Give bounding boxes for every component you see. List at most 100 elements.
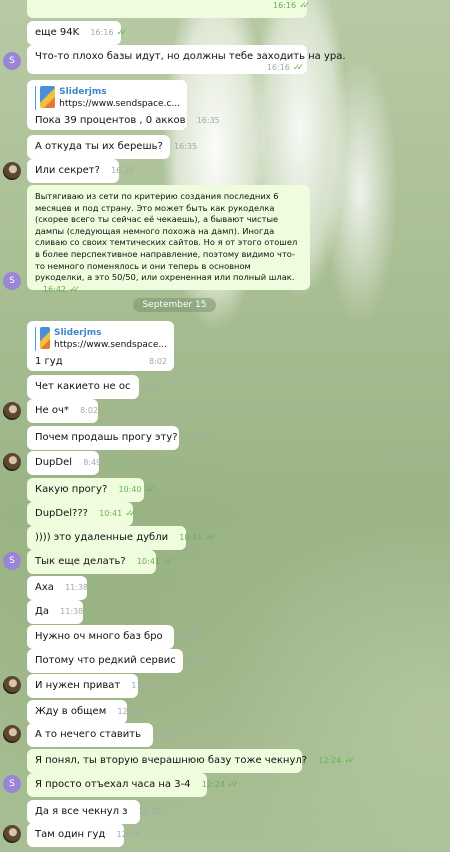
message-text: Что-то плохо базы идут, но должны тебе з… xyxy=(35,51,346,62)
message-bubble: Sliderjms https://www.sendspace.c... Пок… xyxy=(27,80,220,130)
message-text: Я просто отъехал часа на 3-4 xyxy=(35,779,191,790)
link-preview[interactable]: Sliderjms https://www.sendspace... xyxy=(35,327,167,351)
message-bubble: Sliderjms https://www.sendspace... 1 гуд… xyxy=(27,321,174,371)
avatar[interactable]: S xyxy=(3,775,21,793)
message-text: Там один гуд xyxy=(35,829,106,840)
message-bubble: Я просто отъехал часа на 3-4 12:24 ✓✓ xyxy=(27,773,239,797)
message-time: 16:35 xyxy=(196,116,220,125)
message-time: 8:49 xyxy=(188,433,207,442)
message-bubble: DupDel 8:49 xyxy=(27,451,102,475)
avatar[interactable] xyxy=(3,725,21,743)
avatar[interactable] xyxy=(3,453,21,471)
avatar[interactable] xyxy=(3,402,21,420)
message-time: 12:20 xyxy=(152,730,176,739)
message-text: Жду в общем xyxy=(35,706,107,717)
message-bubble: 16:16 ✓✓ xyxy=(27,0,310,18)
message-time: 12:24 xyxy=(201,780,225,789)
avatar[interactable]: S xyxy=(3,272,21,290)
read-check-icon: ✓✓ xyxy=(144,485,156,495)
message-bubble: Чет какието не ос 8:02 xyxy=(27,375,160,399)
link-title: Sliderjms xyxy=(53,328,102,338)
message-bubble: Да я все чекнул з 12:24 xyxy=(27,800,162,824)
message-text: Я понял, ты вторую вчерашнюю базу тоже ч… xyxy=(35,755,308,766)
message-text: DupDel xyxy=(35,457,73,468)
message-text: Тык еще делать? xyxy=(35,556,126,567)
message-text: Чет какието не ос xyxy=(35,381,131,392)
message-time: 10:40 xyxy=(118,485,142,494)
link-preview[interactable]: Sliderjms https://www.sendspace.c... xyxy=(35,86,180,110)
message-time: 12:24 xyxy=(318,756,342,765)
message-time: 8:02 xyxy=(141,382,160,391)
message-bubble: А откуда ты их берешь? 16:35 xyxy=(27,135,197,159)
message-bubble: А то нечего ставить 12:20 xyxy=(27,723,175,747)
message-text: Или секрет? xyxy=(35,165,100,176)
read-check-icon: ✓✓ xyxy=(227,780,239,790)
message-time: 10:41 xyxy=(179,533,203,542)
message-time: 16:16 xyxy=(266,63,290,72)
read-check-icon: ✓✓ xyxy=(344,756,355,766)
message-time: 8:02 xyxy=(80,406,99,415)
message-text: Да я все чекнул з xyxy=(35,806,128,817)
message-time: 8:49 xyxy=(83,458,102,467)
message-bubble: еще 94K 16:16 ✓✓ xyxy=(27,21,128,45)
message-bubble: Какую прогу? 10:40 ✓✓ xyxy=(27,478,156,502)
message-time: 11:38 xyxy=(186,656,211,665)
message-time: 12:24 xyxy=(138,807,162,816)
message-text: Аха xyxy=(35,582,54,593)
read-check-icon: ✓✓ xyxy=(116,28,127,38)
read-check-icon: ✓✓ xyxy=(205,533,216,543)
message-time: 16:42 xyxy=(43,284,67,294)
message-bubble: Тык еще делать? 10:41 ✓✓ xyxy=(27,550,174,574)
file-thumbnail-icon xyxy=(39,327,50,349)
message-bubble: Вытягиваю из сети по критерию создания п… xyxy=(27,185,310,295)
read-check-icon: ✓✓ xyxy=(69,284,80,295)
message-text: Какую прогу? xyxy=(35,484,108,495)
link-url[interactable]: https://www.sendspace.c... xyxy=(59,98,180,110)
message-bubble: Там один гуд 12:24 xyxy=(27,823,140,847)
avatar[interactable]: S xyxy=(3,52,21,70)
message-bubble: И нужен приват 11:38 xyxy=(27,674,154,698)
avatar[interactable] xyxy=(3,676,21,694)
message-text: Да xyxy=(35,606,49,617)
message-time: 11:38 xyxy=(65,583,89,592)
message-time: 16:16 xyxy=(273,1,297,10)
message-bubble: DupDel??? 10:41 ✓✓ xyxy=(27,502,136,526)
message-bubble: )))) это удаленные дубли 10:41 ✓✓ xyxy=(27,526,216,550)
message-bubble: Почем продашь прогу эту? 8:49 xyxy=(27,426,207,450)
avatar[interactable] xyxy=(3,825,21,843)
message-text: еще 94K xyxy=(35,27,80,38)
message-text: Нужно оч много баз бро xyxy=(35,631,163,642)
message-text: 1 гуд xyxy=(35,356,63,367)
read-check-icon: ✓✓ xyxy=(292,63,304,73)
message-time: 10:41 xyxy=(136,557,160,566)
message-bubble: Потому что редкий сервис 11:38 xyxy=(27,649,210,673)
link-url[interactable]: https://www.sendspace... xyxy=(54,339,167,351)
message-text: DupDel??? xyxy=(35,508,88,519)
message-bubble: Или секрет? 16:35 xyxy=(27,159,134,183)
date-separator: September 15 xyxy=(133,298,216,312)
message-time: 16:35 xyxy=(111,166,135,175)
message-text: Пока 39 процентов , 0 акков xyxy=(35,115,186,126)
link-title: Sliderjms xyxy=(59,87,107,97)
read-check-icon: ✓✓ xyxy=(125,509,136,519)
message-bubble: Жду в общем 12:20 xyxy=(27,700,141,724)
message-time: 16:35 xyxy=(174,142,198,151)
message-time: 11:38 xyxy=(131,681,155,690)
message-bubble: Я понял, ты вторую вчерашнюю базу тоже ч… xyxy=(27,749,355,773)
avatar[interactable] xyxy=(3,162,21,180)
message-time: 8:02 xyxy=(149,357,167,366)
message-text: А то нечего ставить xyxy=(35,729,142,740)
message-text: Потому что редкий сервис xyxy=(35,655,176,666)
message-text: А откуда ты их берешь? xyxy=(35,141,163,152)
message-text: )))) это удаленные дубли xyxy=(35,532,169,543)
message-bubble: Не оч* 8:02 xyxy=(27,399,98,423)
message-bubble: Что-то плохо базы идут, но должны тебе з… xyxy=(27,45,346,74)
message-time: 11:38 xyxy=(173,632,197,641)
message-bubble: Да 11:38 xyxy=(27,600,83,624)
message-bubble: Нужно оч много баз бро 11:38 xyxy=(27,625,197,649)
avatar[interactable]: S xyxy=(3,552,21,570)
message-time: 12:20 xyxy=(117,707,141,716)
file-thumbnail-icon xyxy=(40,86,56,108)
message-text: Не оч* xyxy=(35,405,69,416)
message-text: И нужен приват xyxy=(35,680,121,691)
